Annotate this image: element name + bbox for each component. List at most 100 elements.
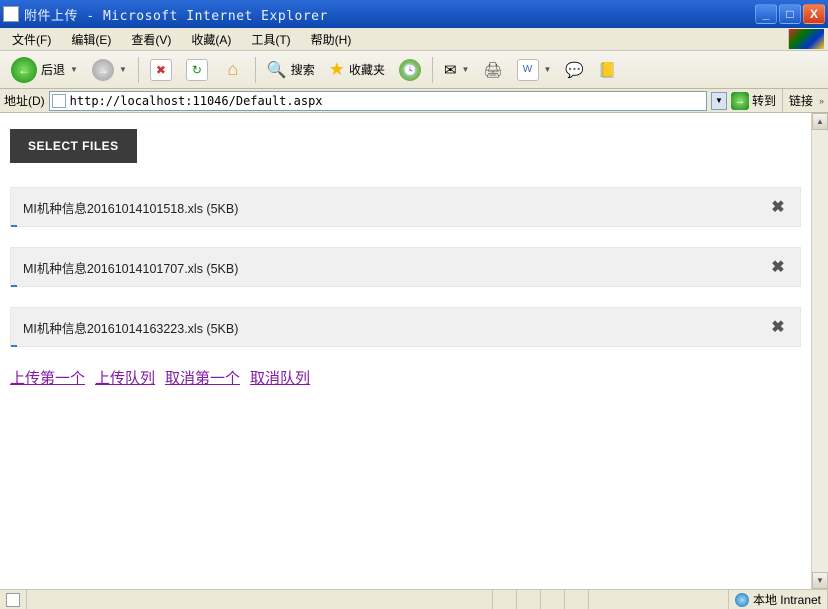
favorites-label: 收藏夹	[349, 61, 385, 78]
content-area: SELECT FILES MI机种信息20161014101518.xls (5…	[0, 113, 828, 589]
go-button[interactable]: → 转到	[731, 92, 776, 110]
forward-button[interactable]: → ▼	[87, 56, 132, 84]
links-expand-icon[interactable]: »	[819, 96, 824, 106]
links-label[interactable]: 链接	[789, 92, 813, 109]
status-page-icon	[0, 590, 27, 609]
status-cell	[565, 590, 589, 609]
stop-button[interactable]: ✖	[145, 56, 177, 84]
separator	[138, 57, 139, 83]
edit-icon: W	[517, 59, 539, 81]
menu-view[interactable]: 查看(V)	[123, 29, 179, 50]
discuss-icon: 💬	[565, 61, 584, 79]
globe-icon	[735, 593, 749, 607]
progress-bar	[11, 225, 17, 227]
remove-file-button[interactable]: ✖	[768, 197, 788, 217]
progress-bar	[11, 285, 17, 287]
upload-first-link[interactable]: 上传第一个	[10, 367, 85, 388]
menu-file[interactable]: 文件(F)	[4, 29, 59, 50]
action-links: 上传第一个 上传队列 取消第一个 取消队列	[10, 367, 801, 388]
home-button[interactable]: ⌂	[217, 56, 249, 84]
separator	[782, 88, 783, 114]
scroll-down-button[interactable]: ▼	[812, 572, 828, 589]
menu-help[interactable]: 帮助(H)	[303, 29, 360, 50]
history-button[interactable]: 🕓	[394, 56, 426, 84]
file-name: MI机种信息20161014101707.xls (5KB)	[23, 258, 238, 277]
chevron-down-icon: ▼	[70, 65, 78, 74]
status-cell	[589, 590, 729, 609]
status-text	[27, 590, 493, 609]
file-name: MI机种信息20161014101518.xls (5KB)	[23, 198, 238, 217]
back-button[interactable]: ← 后退 ▼	[6, 54, 83, 86]
address-label: 地址(D)	[4, 92, 45, 109]
mail-button[interactable]: ✉▼	[439, 58, 475, 82]
search-icon: 🔍	[267, 60, 287, 80]
stop-icon: ✖	[150, 59, 172, 81]
zone-label: 本地 Intranet	[753, 591, 821, 608]
edit-button[interactable]: W▼	[512, 56, 557, 84]
scroll-track[interactable]	[812, 130, 828, 572]
menu-tools[interactable]: 工具(T)	[243, 29, 298, 50]
window-title: 附件上传 - Microsoft Internet Explorer	[24, 5, 328, 24]
forward-icon: →	[92, 59, 114, 81]
chevron-down-icon: ▼	[462, 65, 470, 74]
security-zone: 本地 Intranet	[729, 590, 828, 609]
address-field[interactable]	[49, 91, 707, 111]
refresh-icon: ↻	[186, 59, 208, 81]
file-item: MI机种信息20161014101518.xls (5KB) ✖	[10, 187, 801, 227]
print-button[interactable]: 🖨	[478, 58, 507, 82]
menu-edit[interactable]: 编辑(E)	[63, 29, 119, 50]
chevron-down-icon: ▼	[544, 65, 552, 74]
page-icon	[52, 94, 66, 108]
remove-file-button[interactable]: ✖	[768, 317, 788, 337]
status-cell	[541, 590, 565, 609]
toolbar: ← 后退 ▼ → ▼ ✖ ↻ ⌂ 🔍 搜索 ★ 收藏夹 🕓 ✉▼ 🖨 W▼ 💬 …	[0, 51, 828, 89]
minimize-button[interactable]: _	[755, 4, 777, 24]
discuss-button[interactable]: 💬	[560, 58, 589, 82]
search-label: 搜索	[291, 61, 315, 78]
remove-file-button[interactable]: ✖	[768, 257, 788, 277]
separator	[432, 57, 433, 83]
home-icon: ⌂	[222, 59, 244, 81]
window-controls: _ □ X	[755, 4, 825, 24]
file-list: MI机种信息20161014101518.xls (5KB) ✖ MI机种信息2…	[10, 187, 801, 347]
titlebar: 附件上传 - Microsoft Internet Explorer _ □ X	[0, 0, 828, 28]
file-name: MI机种信息20161014163223.xls (5KB)	[23, 318, 238, 337]
file-item: MI机种信息20161014163223.xls (5KB) ✖	[10, 307, 801, 347]
vertical-scrollbar[interactable]: ▲ ▼	[811, 113, 828, 589]
status-cell	[517, 590, 541, 609]
back-icon: ←	[11, 57, 37, 83]
upload-queue-link[interactable]: 上传队列	[95, 367, 155, 388]
page-icon	[6, 593, 20, 607]
separator	[255, 57, 256, 83]
print-icon: 🖨	[483, 61, 502, 79]
menu-favorites[interactable]: 收藏(A)	[183, 29, 239, 50]
menubar: 文件(F) 编辑(E) 查看(V) 收藏(A) 工具(T) 帮助(H)	[0, 28, 828, 51]
research-icon: 📒	[598, 61, 617, 79]
chevron-down-icon: ▼	[119, 65, 127, 74]
app-icon	[3, 6, 19, 22]
select-files-button[interactable]: SELECT FILES	[10, 129, 137, 163]
scroll-up-button[interactable]: ▲	[812, 113, 828, 130]
refresh-button[interactable]: ↻	[181, 56, 213, 84]
url-input[interactable]	[70, 94, 704, 108]
go-icon: →	[731, 92, 749, 110]
cancel-queue-link[interactable]: 取消队列	[250, 367, 310, 388]
history-icon: 🕓	[399, 59, 421, 81]
cancel-first-link[interactable]: 取消第一个	[165, 367, 240, 388]
star-icon: ★	[329, 59, 345, 80]
search-button[interactable]: 🔍 搜索	[262, 57, 320, 83]
maximize-button[interactable]: □	[779, 4, 801, 24]
back-label: 后退	[41, 61, 65, 78]
favorites-button[interactable]: ★ 收藏夹	[324, 56, 390, 83]
close-button[interactable]: X	[803, 4, 825, 24]
status-bar: 本地 Intranet	[0, 589, 828, 609]
research-button[interactable]: 📒	[593, 58, 622, 82]
page-body: SELECT FILES MI机种信息20161014101518.xls (5…	[0, 113, 811, 589]
address-dropdown[interactable]: ▼	[711, 92, 727, 110]
address-bar: 地址(D) ▼ → 转到 链接 »	[0, 89, 828, 113]
windows-flag-icon	[788, 29, 824, 49]
status-cell	[493, 590, 517, 609]
mail-icon: ✉	[444, 61, 457, 79]
progress-bar	[11, 345, 17, 347]
go-label: 转到	[752, 92, 776, 109]
